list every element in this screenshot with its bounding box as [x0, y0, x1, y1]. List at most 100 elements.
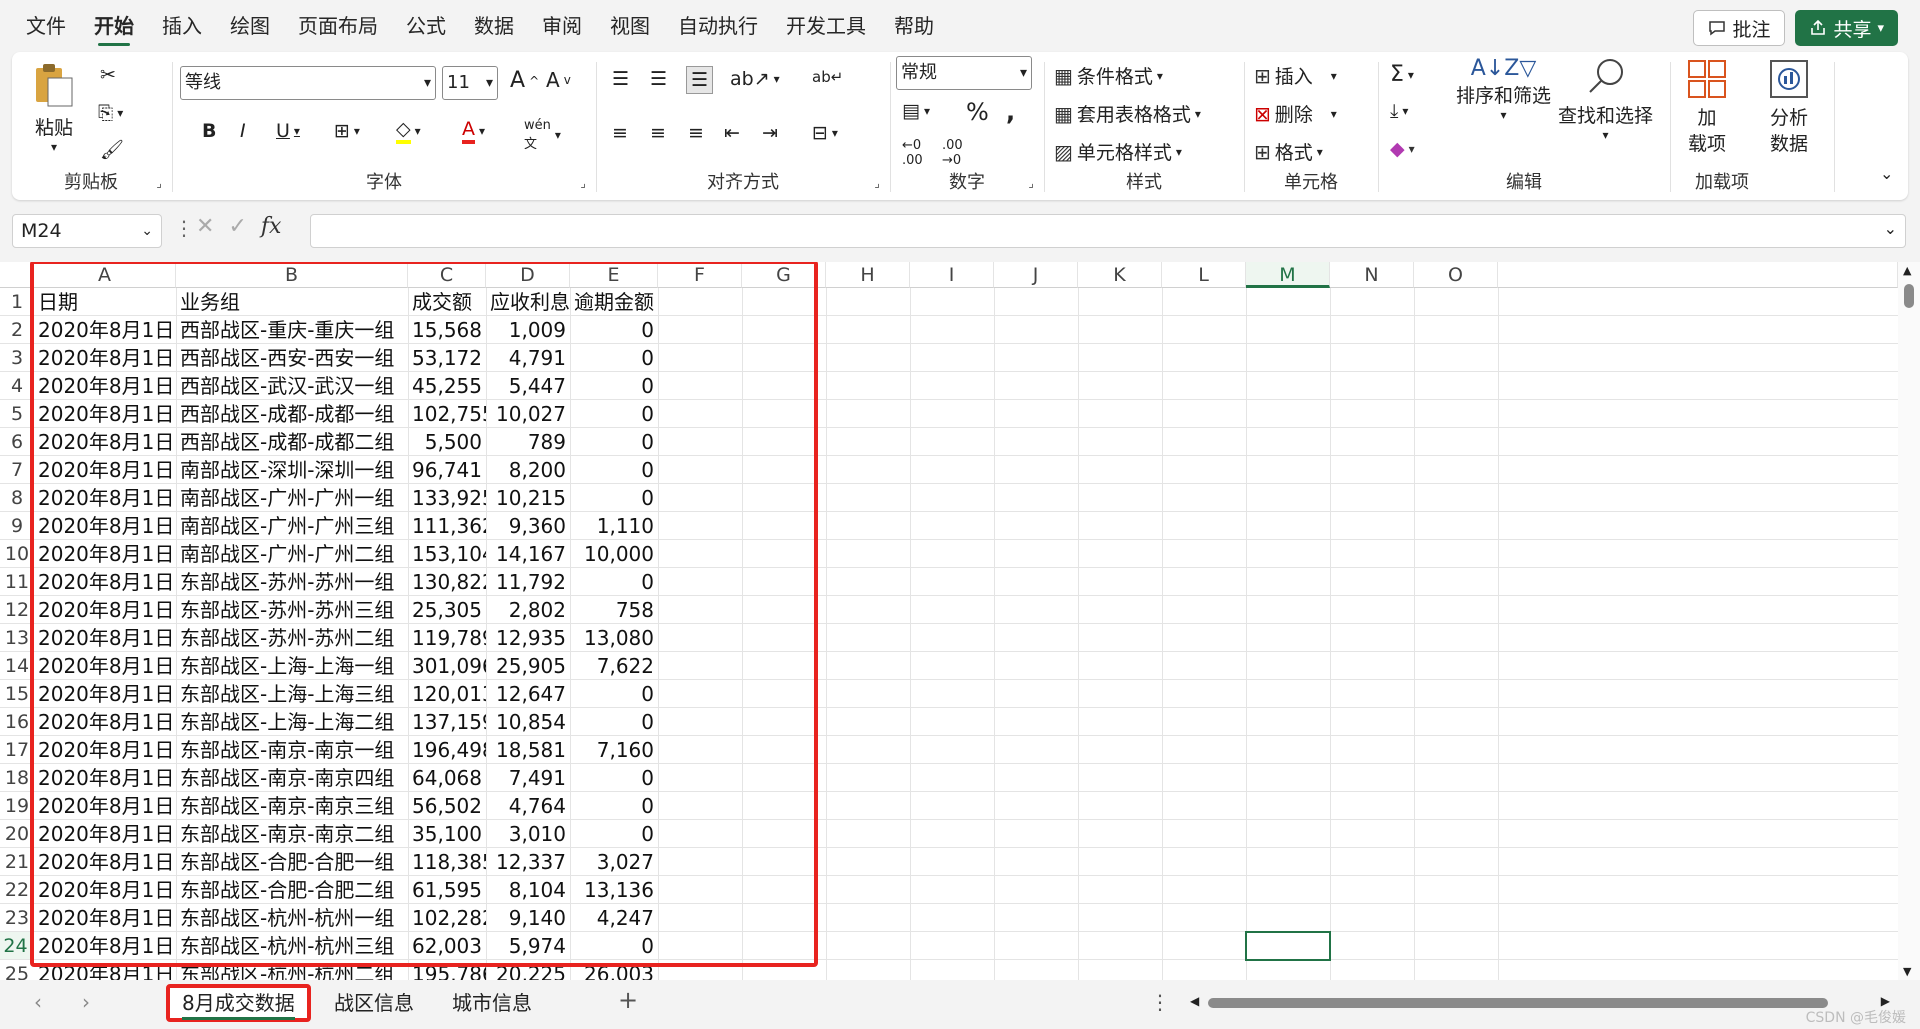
- prev-sheet-icon[interactable]: ‹: [34, 990, 42, 1014]
- addins-button[interactable]: 加 载项: [1686, 58, 1728, 157]
- column-header[interactable]: B: [176, 262, 408, 288]
- row-header[interactable]: 18: [0, 764, 34, 792]
- table-cell[interactable]: 2020年8月1日: [34, 568, 176, 596]
- orientation-icon[interactable]: ab↗ ▾: [730, 68, 780, 90]
- table-cell[interactable]: 0: [570, 344, 658, 372]
- dialog-launcher-icon[interactable]: ⌟: [1028, 176, 1034, 190]
- column-header[interactable]: L: [1162, 262, 1246, 288]
- table-cell[interactable]: 0: [570, 428, 658, 456]
- column-header[interactable]: C: [408, 262, 486, 288]
- table-cell[interactable]: 西部战区-成都-成都二组: [176, 428, 408, 456]
- row-header[interactable]: 22: [0, 876, 34, 904]
- table-cell[interactable]: 东部战区-上海-上海一组: [176, 652, 408, 680]
- table-cell[interactable]: 15,568: [408, 316, 486, 344]
- table-cell[interactable]: 137,159: [408, 708, 486, 736]
- cancel-icon[interactable]: ✕: [196, 214, 214, 239]
- table-cell[interactable]: 119,789: [408, 624, 486, 652]
- table-cell[interactable]: 2020年8月1日: [34, 708, 176, 736]
- table-cell[interactable]: 61,595: [408, 876, 486, 904]
- table-cell[interactable]: 东部战区-合肥-合肥一组: [176, 848, 408, 876]
- scroll-down-icon[interactable]: ▼: [1903, 965, 1911, 978]
- more-options-icon[interactable]: ⋮: [1150, 990, 1170, 1014]
- phonetic-icon[interactable]: wén 文 ▾: [524, 118, 561, 152]
- row-header[interactable]: 23: [0, 904, 34, 932]
- menu-item[interactable]: 绘图: [216, 0, 284, 52]
- row-header[interactable]: 19: [0, 792, 34, 820]
- vertical-scroll-thumb[interactable]: [1904, 284, 1914, 308]
- table-cell[interactable]: 0: [570, 708, 658, 736]
- menu-item[interactable]: 视图: [596, 0, 664, 52]
- table-cell[interactable]: 2020年8月1日: [34, 960, 176, 980]
- worksheet-grid[interactable]: A B C D E F G H I J K L M N O 1 日期 业务组 成交额 应收利息 逾期金额 2 2020年8月…: [0, 262, 1898, 980]
- table-cell[interactable]: 10,854: [486, 708, 570, 736]
- table-cell[interactable]: 4,764: [486, 792, 570, 820]
- fill-color-icon[interactable]: ◇ ▾: [396, 118, 421, 144]
- increase-indent-icon[interactable]: ⇥: [762, 122, 778, 144]
- menu-item[interactable]: 插入: [148, 0, 216, 52]
- table-cell[interactable]: 东部战区-合肥-合肥二组: [176, 876, 408, 904]
- table-cell[interactable]: 7,491: [486, 764, 570, 792]
- table-cell[interactable]: 789: [486, 428, 570, 456]
- increase-decimal-icon[interactable]: ←0.00: [902, 138, 923, 168]
- table-cell[interactable]: 11,792: [486, 568, 570, 596]
- table-cell[interactable]: 东部战区-杭州-杭州一组: [176, 904, 408, 932]
- cut-icon[interactable]: ✂: [100, 64, 116, 86]
- table-cell[interactable]: 25,305: [408, 596, 486, 624]
- table-cell[interactable]: 1,110: [570, 512, 658, 540]
- table-cell[interactable]: 35,100: [408, 820, 486, 848]
- row-header[interactable]: 20: [0, 820, 34, 848]
- table-cell[interactable]: 62,003: [408, 932, 486, 960]
- increase-font-icon[interactable]: A ^: [510, 68, 539, 93]
- table-cell[interactable]: 133,925: [408, 484, 486, 512]
- table-cell[interactable]: 2020年8月1日: [34, 624, 176, 652]
- table-cell[interactable]: 3,010: [486, 820, 570, 848]
- row-header[interactable]: 14: [0, 652, 34, 680]
- table-cell[interactable]: 9,140: [486, 904, 570, 932]
- table-cell[interactable]: 2020年8月1日: [34, 736, 176, 764]
- table-cell[interactable]: 53,172: [408, 344, 486, 372]
- decrease-decimal-icon[interactable]: .00 →0: [942, 138, 963, 168]
- table-cell[interactable]: 0: [570, 680, 658, 708]
- name-box[interactable]: M24 ⌄: [12, 214, 162, 248]
- table-cell[interactable]: 25,905: [486, 652, 570, 680]
- table-cell[interactable]: 2020年8月1日: [34, 596, 176, 624]
- table-cell[interactable]: 2020年8月1日: [34, 372, 176, 400]
- comma-style-icon[interactable]: ,: [1006, 98, 1015, 126]
- horizontal-scroll-thumb[interactable]: [1208, 998, 1828, 1008]
- table-cell[interactable]: 南部战区-广州-广州一组: [176, 484, 408, 512]
- decrease-indent-icon[interactable]: ⇤: [724, 122, 740, 144]
- table-cell[interactable]: 东部战区-南京-南京二组: [176, 820, 408, 848]
- dialog-launcher-icon[interactable]: ⌟: [874, 176, 880, 190]
- row-header[interactable]: 9: [0, 512, 34, 540]
- table-cell[interactable]: 10,215: [486, 484, 570, 512]
- table-cell[interactable]: 2020年8月1日: [34, 316, 176, 344]
- format-as-table-button[interactable]: ▦ 套用表格格式 ▾: [1054, 100, 1201, 127]
- align-left-icon[interactable]: ≡: [612, 122, 628, 144]
- table-cell[interactable]: 2020年8月1日: [34, 848, 176, 876]
- table-cell[interactable]: 东部战区-上海-上海三组: [176, 680, 408, 708]
- header-cell[interactable]: 业务组: [176, 288, 408, 316]
- autosum-icon[interactable]: Σ ▾: [1390, 62, 1414, 87]
- table-cell[interactable]: 0: [570, 792, 658, 820]
- row-header[interactable]: 21: [0, 848, 34, 876]
- table-cell[interactable]: 2020年8月1日: [34, 904, 176, 932]
- table-cell[interactable]: 东部战区-苏州-苏州二组: [176, 624, 408, 652]
- table-cell[interactable]: 301,096: [408, 652, 486, 680]
- horizontal-scrollbar[interactable]: ◀ ▶: [1190, 992, 1890, 1014]
- header-cell[interactable]: 逾期金额: [570, 288, 658, 316]
- table-cell[interactable]: 3,027: [570, 848, 658, 876]
- row-header[interactable]: 15: [0, 680, 34, 708]
- bold-icon[interactable]: B: [202, 120, 216, 142]
- copy-icon[interactable]: ⎘ ▾: [98, 102, 123, 124]
- table-cell[interactable]: 12,647: [486, 680, 570, 708]
- table-cell[interactable]: 0: [570, 372, 658, 400]
- table-cell[interactable]: 20,225: [486, 960, 570, 980]
- table-cell[interactable]: 14,167: [486, 540, 570, 568]
- select-all-corner[interactable]: [0, 262, 34, 288]
- decrease-font-icon[interactable]: Av: [546, 68, 571, 92]
- table-cell[interactable]: 0: [570, 484, 658, 512]
- table-cell[interactable]: 东部战区-南京-南京一组: [176, 736, 408, 764]
- table-cell[interactable]: 10,027: [486, 400, 570, 428]
- table-cell[interactable]: 96,741: [408, 456, 486, 484]
- column-header[interactable]: D: [486, 262, 570, 288]
